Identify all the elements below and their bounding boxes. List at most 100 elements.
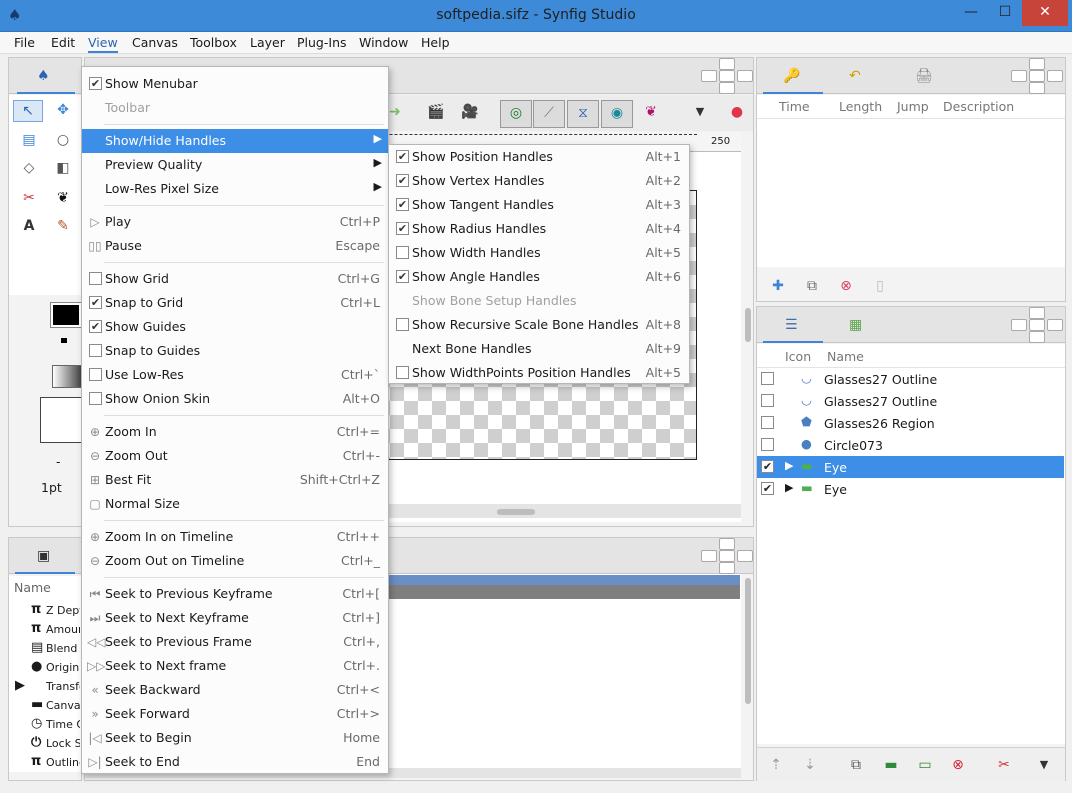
checkbox-checked-icon[interactable]: ✔: [396, 198, 409, 211]
sets-tab-icon[interactable]: ▦: [849, 315, 862, 335]
menu-toolbox[interactable]: Toolbox: [190, 35, 237, 50]
layer-visibility-checkbox[interactable]: ✔: [761, 482, 774, 495]
text-tool-icon[interactable]: A: [17, 216, 41, 236]
layer-visibility-checkbox[interactable]: [761, 416, 774, 429]
keyframes-col-time[interactable]: Time: [779, 99, 810, 114]
menu-item-show-guides[interactable]: ✔ Show Guides: [82, 315, 388, 339]
menu-plugins[interactable]: Plug-Ins: [297, 35, 347, 50]
keyframes-tab-icon[interactable]: 🔑: [783, 66, 800, 86]
expander-icon[interactable]: ▶: [785, 459, 793, 472]
transform-tool-icon[interactable]: ↖: [13, 100, 43, 122]
add-keyframe-icon[interactable]: ✚: [769, 276, 787, 296]
menu-item-show-width-handles[interactable]: Show Width Handles Alt+5: [389, 241, 689, 265]
delete-layer-icon[interactable]: ⊗: [949, 755, 967, 775]
toggle-vertex-handles-icon[interactable]: ⟋: [533, 100, 565, 128]
layer-visibility-checkbox[interactable]: ✔: [761, 460, 774, 473]
menu-item-seek-to-previous-keyframe[interactable]: ⏮ Seek to Previous Keyframe Ctrl+[: [82, 582, 388, 606]
smooth-move-tool-icon[interactable]: ✥: [51, 100, 75, 120]
duplicate-layer-icon[interactable]: ⧉: [847, 755, 865, 775]
menu-help[interactable]: Help: [421, 35, 450, 50]
layer-visibility-checkbox[interactable]: [761, 372, 774, 385]
checkbox-checked-icon[interactable]: ✔: [396, 270, 409, 283]
menu-item-zoom-out-on-timeline[interactable]: ⊖ Zoom Out on Timeline Ctrl+_: [82, 549, 388, 573]
keyframes-col-jump[interactable]: Jump: [897, 99, 929, 114]
circle-tool-icon[interactable]: ○: [51, 130, 75, 150]
checkbox-unchecked-icon[interactable]: [396, 318, 409, 331]
menu-item-zoom-in-on-timeline[interactable]: ⊕ Zoom In on Timeline Ctrl++: [82, 525, 388, 549]
menu-item-show-tangent-handles[interactable]: ✔ Show Tangent Handles Alt+3: [389, 193, 689, 217]
menu-item-pause[interactable]: ▯▯ Pause Escape: [82, 234, 388, 258]
layer-row[interactable]: ✔ ▶ ▬ Eye: [757, 456, 1064, 478]
menu-item-show-menubar[interactable]: ✔ Show Menubar: [82, 72, 388, 96]
layers-tab-icon[interactable]: ☰: [785, 315, 798, 335]
param-label[interactable]: Transfo: [46, 680, 80, 693]
menu-view[interactable]: View: [88, 35, 118, 53]
layer-visibility-checkbox[interactable]: [761, 438, 774, 451]
layer-row[interactable]: ⬟ Glasses26 Region: [757, 412, 1064, 434]
checkbox-unchecked-icon[interactable]: [89, 392, 102, 405]
history-tab-icon[interactable]: ↶: [849, 66, 861, 86]
remove-keyframe-icon[interactable]: ⊗: [837, 276, 855, 296]
param-label[interactable]: Time Of: [46, 718, 80, 731]
scale-tool-icon[interactable]: ▤: [17, 130, 41, 150]
checkbox-unchecked-icon[interactable]: [89, 344, 102, 357]
feather-tool-icon[interactable]: ❦: [51, 188, 75, 208]
ungroup-layer-icon[interactable]: ▭: [915, 755, 935, 775]
checkbox-unchecked-icon[interactable]: [89, 272, 102, 285]
cutout-tool-icon[interactable]: ✂: [17, 188, 41, 208]
menu-canvas[interactable]: Canvas: [132, 35, 178, 50]
layer-visibility-checkbox[interactable]: [761, 394, 774, 407]
checkbox-checked-icon[interactable]: ✔: [396, 222, 409, 235]
param-label[interactable]: Amount: [46, 623, 80, 636]
layer-row[interactable]: ● Circle073: [757, 434, 1064, 456]
menu-window[interactable]: Window: [359, 35, 408, 50]
params-tab-icon[interactable]: ▣: [37, 546, 50, 566]
onion-skin-icon[interactable]: ❦: [639, 102, 663, 122]
timetrack-dock-buttons[interactable]: [701, 538, 753, 578]
param-label[interactable]: Blend M: [46, 642, 80, 655]
expander-icon[interactable]: ▶: [785, 481, 793, 494]
param-label[interactable]: Lock Se: [46, 737, 80, 750]
menu-item-seek-to-end[interactable]: ▷| Seek to End End: [82, 750, 388, 774]
swap-colors-mark[interactable]: [61, 338, 67, 343]
toggle-tangent-handles-icon[interactable]: ⧖: [567, 100, 599, 128]
checkbox-checked-icon[interactable]: ✔: [396, 150, 409, 163]
canvas-hscroll-thumb[interactable]: [497, 509, 535, 515]
record-icon[interactable]: ●: [727, 102, 747, 122]
param-label[interactable]: Origin: [46, 661, 80, 674]
canvas-vscroll-thumb[interactable]: [745, 308, 751, 342]
checkbox-checked-icon[interactable]: ✔: [89, 320, 102, 333]
minimize-button[interactable]: —: [954, 0, 988, 26]
menu-layer[interactable]: Layer: [250, 35, 285, 50]
keyframes-col-description[interactable]: Description: [943, 99, 1014, 114]
menu-item-snap-to-grid[interactable]: ✔ Snap to Grid Ctrl+L: [82, 291, 388, 315]
cut-layer-icon[interactable]: ✂: [995, 755, 1013, 775]
checkbox-unchecked-icon[interactable]: [396, 246, 409, 259]
param-label[interactable]: Z Depth: [46, 604, 80, 617]
toggle-position-handles-icon[interactable]: ◎: [500, 100, 532, 128]
param-label[interactable]: Outline: [46, 756, 80, 769]
layer-row[interactable]: ✔ ▶ ▬ Eye: [757, 478, 1064, 500]
toolbox-tab-icon[interactable]: ♠: [37, 66, 50, 86]
menu-item-snap-to-guides[interactable]: Snap to Guides: [82, 339, 388, 363]
menu-edit[interactable]: Edit: [51, 35, 75, 50]
preview-icon[interactable]: 🎥: [459, 102, 481, 122]
menu-item-next-bone-handles[interactable]: Next Bone Handles Alt+9: [389, 337, 689, 361]
menu-item-show-angle-handles[interactable]: ✔ Show Angle Handles Alt+6: [389, 265, 689, 289]
maximize-button[interactable]: ☐: [988, 0, 1022, 26]
duplicate-keyframe-icon[interactable]: ⧉: [803, 276, 821, 296]
lower-layer-icon[interactable]: ⇣: [801, 755, 819, 775]
checkbox-checked-icon[interactable]: ✔: [89, 296, 102, 309]
toolbar-more-icon[interactable]: ▼: [691, 102, 709, 122]
menu-item-seek-forward[interactable]: » Seek Forward Ctrl+>: [82, 702, 388, 726]
keyframe-properties-icon[interactable]: ▯: [871, 276, 889, 296]
checkbox-checked-icon[interactable]: ✔: [396, 174, 409, 187]
menu-item-seek-to-previous-frame[interactable]: ◁◁ Seek to Previous Frame Ctrl+,: [82, 630, 388, 654]
default-gradient-swatch[interactable]: [52, 365, 82, 388]
param-label[interactable]: Canvas: [46, 699, 80, 712]
menu-item-low-res-pixel-size[interactable]: Low-Res Pixel Size ▶: [82, 177, 388, 201]
checkbox-unchecked-icon[interactable]: [396, 366, 409, 379]
canvas-dock-buttons[interactable]: [701, 58, 753, 98]
menu-item-show-position-handles[interactable]: ✔ Show Position Handles Alt+1: [389, 145, 689, 169]
render-icon[interactable]: 🎬: [425, 102, 447, 122]
